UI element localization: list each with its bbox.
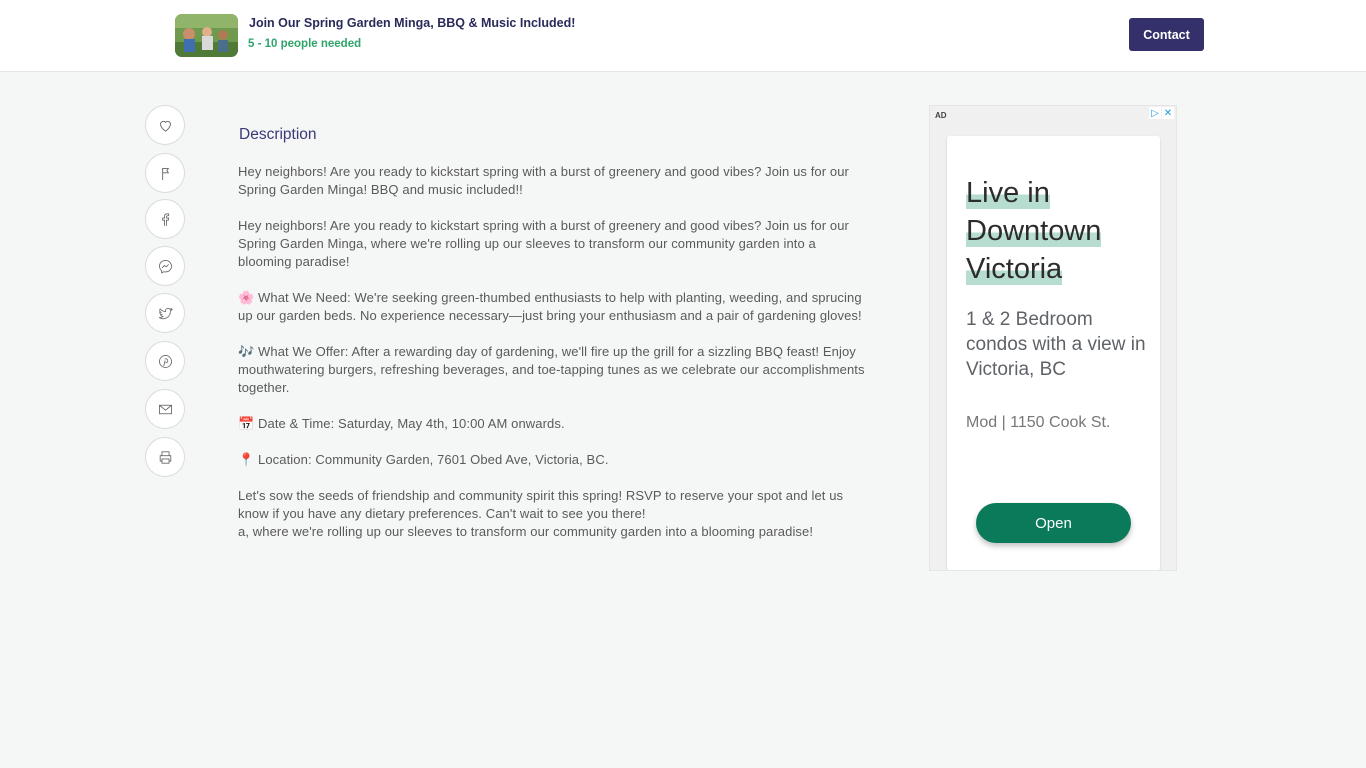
description-paragraph: 🌸 What We Need: We're seeking green-thum… (238, 290, 862, 323)
report-button[interactable] (145, 153, 185, 193)
messenger-icon (158, 259, 172, 274)
contact-button[interactable]: Contact (1129, 18, 1204, 51)
share-pinterest-button[interactable] (145, 341, 185, 381)
description-paragraph: a, where we're rolling up our sleeves to… (238, 524, 814, 539)
advertisement[interactable]: AD ▷ ✕ Live in Downtown Victoria 1 & 2 B… (929, 105, 1177, 571)
like-button[interactable] (145, 105, 185, 145)
close-icon[interactable]: ✕ (1162, 107, 1174, 119)
twitter-icon (158, 307, 173, 319)
ad-headline-line: Live in (966, 177, 1050, 209)
top-bar: Join Our Spring Garden Minga, BBQ & Musi… (0, 0, 1366, 72)
heart-icon (159, 120, 171, 132)
print-button[interactable] (145, 437, 185, 477)
ad-info-icon[interactable]: ▷ (1149, 107, 1161, 119)
ad-headline: Live in Downtown Victoria (966, 174, 1156, 288)
description-paragraph: Hey neighbors! Are you ready to kickstar… (238, 218, 849, 269)
share-messenger-button[interactable] (145, 246, 185, 286)
share-facebook-button[interactable] (145, 199, 185, 239)
ad-headline-line: Downtown (966, 215, 1102, 247)
ad-subtext: 1 & 2 Bedroom condos with a view in Vict… (966, 309, 1146, 380)
ad-card[interactable]: Live in Downtown Victoria 1 & 2 Bedroom … (947, 136, 1160, 570)
event-title: Join Our Spring Garden Minga, BBQ & Musi… (249, 16, 576, 30)
share-twitter-button[interactable] (145, 293, 185, 333)
description-paragraph: 🎶 What We Offer: After a rewarding day o… (238, 344, 865, 395)
description-heading: Description (239, 126, 317, 143)
ad-label: AD (935, 111, 947, 120)
ad-choices[interactable]: ▷ ✕ (1149, 107, 1174, 119)
description-paragraph: Let's sow the seeds of friendship and co… (238, 488, 844, 521)
description-date: 📅 Date & Time: Saturday, May 4th, 10:00 … (238, 416, 565, 431)
ad-open-button[interactable]: Open (976, 503, 1131, 543)
facebook-icon (161, 212, 169, 226)
ad-headline-line: Victoria (966, 253, 1063, 285)
description-location: 📍 Location: Community Garden, 7601 Obed … (238, 452, 609, 467)
event-thumbnail[interactable] (175, 14, 238, 57)
people-needed: 5 - 10 people needed (248, 38, 362, 50)
description-body: Hey neighbors! Are you ready to kickstar… (238, 163, 873, 541)
pinterest-icon (158, 354, 172, 368)
flag-icon (161, 167, 169, 180)
print-icon (159, 450, 171, 464)
description-paragraph: Hey neighbors! Are you ready to kickstar… (238, 164, 849, 197)
ad-location: Mod | 1150 Cook St. (966, 414, 1111, 431)
share-email-button[interactable] (145, 389, 185, 429)
mail-icon (158, 404, 172, 414)
